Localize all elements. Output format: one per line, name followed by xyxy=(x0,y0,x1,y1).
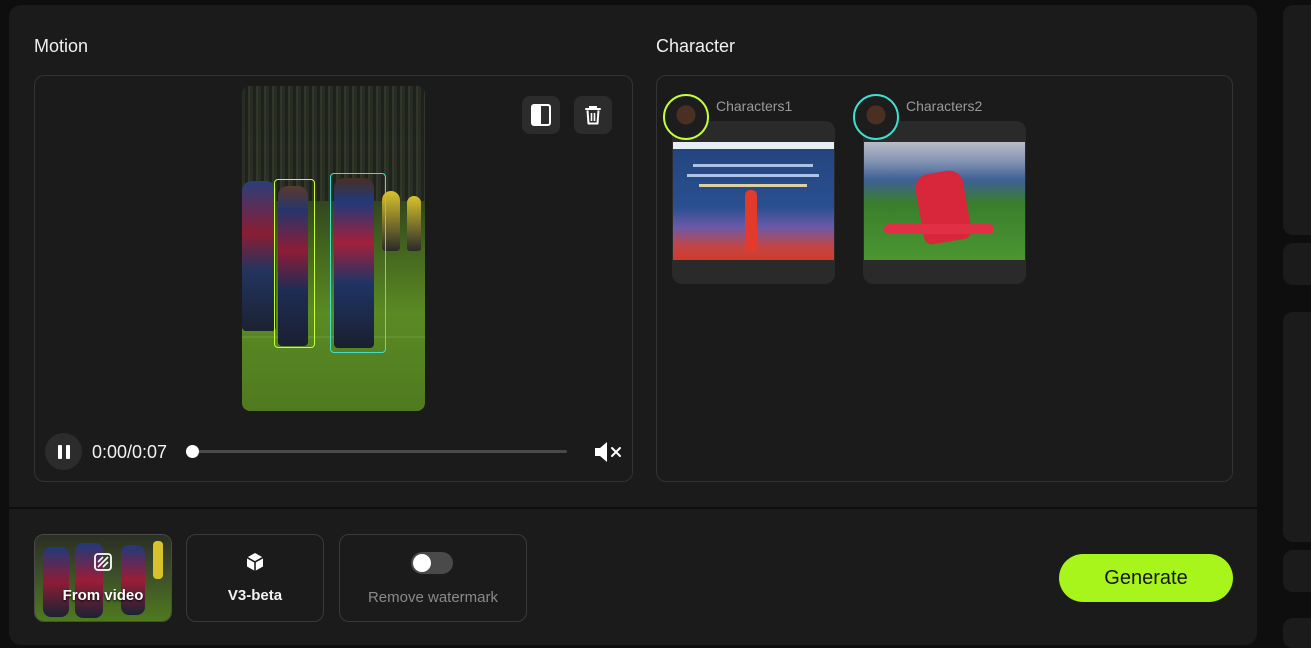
motion-box: 0:00/0:07 xyxy=(34,75,633,482)
character-title: Character xyxy=(656,36,736,56)
from-video-option[interactable]: From video xyxy=(34,534,172,622)
cube-icon xyxy=(246,553,264,571)
split-view-button[interactable] xyxy=(522,96,560,134)
model-label: V3-beta xyxy=(227,587,283,604)
video-stripes-icon xyxy=(94,553,112,571)
character1-selection-box[interactable] xyxy=(274,179,315,348)
character-box: Characters1 Characters2 xyxy=(656,75,1233,482)
character-avatar-1 xyxy=(663,94,709,140)
banner-text-line xyxy=(687,174,819,177)
character-avatar-2 xyxy=(853,94,899,140)
video-player xyxy=(242,181,276,331)
generate-button[interactable]: Generate xyxy=(1059,554,1233,602)
character-card-1[interactable] xyxy=(672,121,835,284)
model-option[interactable]: V3-beta xyxy=(186,534,324,622)
person-legs xyxy=(884,224,994,234)
delete-button[interactable] xyxy=(574,96,612,134)
side-panel-bottom xyxy=(1283,618,1311,648)
pause-icon xyxy=(57,444,70,459)
character-image-2 xyxy=(864,142,1025,260)
video-controls: 0:00/0:07 xyxy=(45,432,621,472)
video-progress-knob[interactable] xyxy=(186,445,199,458)
banner-text-line xyxy=(693,164,813,167)
mute-button[interactable] xyxy=(593,440,623,469)
remove-watermark-toggle[interactable] xyxy=(411,552,453,574)
character-label-2: Characters2 xyxy=(906,98,983,114)
section-divider xyxy=(9,507,1257,509)
side-panel-small xyxy=(1283,243,1311,285)
character-label-1: Characters1 xyxy=(716,98,793,114)
remove-watermark-option: Remove watermark xyxy=(339,534,527,622)
character2-selection-box[interactable] xyxy=(330,173,386,353)
from-video-label: From video xyxy=(62,587,144,604)
video-player xyxy=(407,196,421,251)
side-panel-small-2 xyxy=(1283,550,1311,592)
motion-title: Motion xyxy=(34,36,89,56)
person-figure xyxy=(745,190,757,252)
remove-watermark-label: Remove watermark xyxy=(367,589,499,606)
toggle-knob xyxy=(413,554,431,572)
character-image-1 xyxy=(673,142,834,260)
thumb-player xyxy=(153,541,163,579)
mute-icon xyxy=(595,442,621,462)
thumb-player xyxy=(43,547,69,617)
person-figure xyxy=(913,168,973,246)
trash-icon xyxy=(585,106,601,125)
thumb-player xyxy=(121,545,145,615)
banner-text-line xyxy=(699,184,807,187)
pause-button[interactable] xyxy=(45,433,82,470)
video-progress-track[interactable] xyxy=(186,445,567,458)
character-card-2[interactable] xyxy=(863,121,1026,284)
video-time: 0:00/0:07 xyxy=(92,442,168,462)
side-panel-middle xyxy=(1283,312,1311,542)
motion-video[interactable] xyxy=(242,86,425,411)
from-video-thumbnail xyxy=(35,535,171,621)
split-view-icon xyxy=(531,104,551,126)
side-panel-top xyxy=(1283,5,1311,235)
